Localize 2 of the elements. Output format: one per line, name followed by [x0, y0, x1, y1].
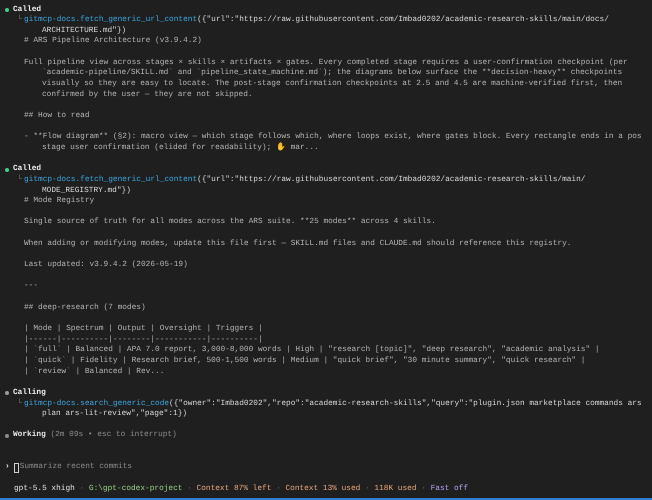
bullet-icon [5, 434, 9, 438]
text-cursor [14, 462, 19, 473]
